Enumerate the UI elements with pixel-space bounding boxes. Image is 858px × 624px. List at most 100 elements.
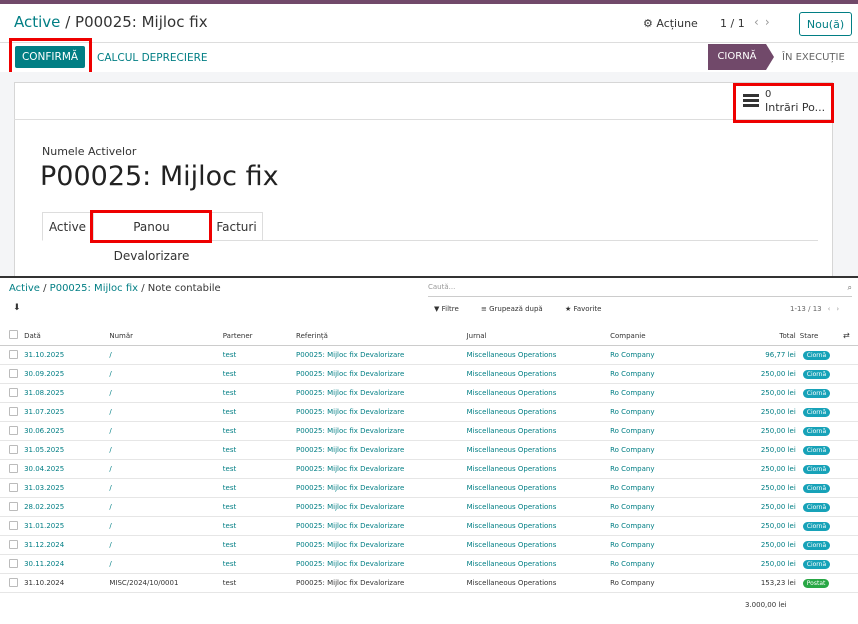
tab-active[interactable]: Active bbox=[42, 212, 93, 241]
column-header-company[interactable]: Companie bbox=[610, 326, 706, 346]
cell-company[interactable]: Ro Company bbox=[610, 364, 706, 384]
cell-company[interactable]: Ro Company bbox=[610, 516, 706, 536]
cell-number[interactable]: / bbox=[109, 402, 223, 422]
cell-partner[interactable]: test bbox=[222, 364, 297, 384]
cell-total[interactable]: 250,00 lei bbox=[705, 478, 800, 498]
cell-date[interactable]: 30.04.2025 bbox=[24, 459, 110, 479]
cell-partner[interactable]: test bbox=[222, 497, 297, 517]
cell-date[interactable]: 31.08.2025 bbox=[24, 383, 110, 403]
table-row[interactable]: 30.11.2024/test P00025: Mijloc fix Devalo… bbox=[0, 554, 858, 574]
cell-journal[interactable]: Miscellaneous Operations bbox=[466, 364, 611, 384]
cell-date[interactable]: 31.03.2025 bbox=[24, 478, 110, 498]
list-breadcrumb-active[interactable]: Active bbox=[9, 283, 40, 294]
cell-partner[interactable]: test bbox=[222, 421, 297, 441]
search-input[interactable]: Caută... ⌕ bbox=[428, 283, 852, 297]
cell-partner[interactable]: test bbox=[222, 478, 297, 498]
cell-company[interactable]: Ro Company bbox=[610, 573, 706, 593]
column-header-date[interactable]: Dată bbox=[24, 326, 110, 346]
table-row[interactable]: 31.10.2024 MISC/2024/10/0001 test P00025: M… bbox=[0, 573, 858, 593]
cell-total[interactable]: 250,00 lei bbox=[705, 459, 800, 479]
cell-total[interactable]: 250,00 lei bbox=[705, 497, 800, 517]
row-checkbox[interactable] bbox=[0, 516, 25, 536]
cell-total[interactable]: 250,00 lei bbox=[705, 383, 800, 403]
cell-partner[interactable]: test bbox=[222, 402, 297, 422]
filter-button[interactable]: ▼ Filtre bbox=[434, 305, 469, 313]
new-button[interactable]: Nou(ă) bbox=[799, 12, 852, 36]
cell-total[interactable]: 250,00 lei bbox=[705, 535, 800, 555]
cell-reference[interactable]: P00025: Mijloc fix Devalorizare bbox=[296, 345, 467, 365]
cell-total[interactable]: 153,23 lei bbox=[705, 573, 800, 593]
breadcrumb-parent-link[interactable]: Active bbox=[14, 13, 60, 31]
cell-reference[interactable]: P00025: Mijloc fix Devalorizare bbox=[296, 364, 467, 384]
column-header-journal[interactable]: Jurnal bbox=[466, 326, 611, 346]
cell-company[interactable]: Ro Company bbox=[610, 535, 706, 555]
table-row[interactable]: 31.05.2025/test P00025: Mijloc fix Devalo… bbox=[0, 440, 858, 460]
cell-reference[interactable]: P00025: Mijloc fix Devalorizare bbox=[296, 383, 467, 403]
cell-date[interactable]: 31.10.2024 bbox=[24, 573, 110, 593]
cell-journal[interactable]: Miscellaneous Operations bbox=[466, 402, 611, 422]
cell-partner[interactable]: test bbox=[222, 383, 297, 403]
cell-journal[interactable]: Miscellaneous Operations bbox=[466, 554, 611, 574]
cell-date[interactable]: 31.10.2025 bbox=[24, 345, 110, 365]
cell-total[interactable]: 250,00 lei bbox=[705, 516, 800, 536]
search-icon[interactable]: ⌕ bbox=[848, 283, 852, 293]
cell-number[interactable]: / bbox=[109, 383, 223, 403]
cell-number[interactable]: / bbox=[109, 497, 223, 517]
chevron-left-icon[interactable]: ‹ bbox=[754, 15, 765, 29]
favorites-button[interactable]: ★ Favorite bbox=[565, 305, 612, 313]
cell-number[interactable]: / bbox=[109, 516, 223, 536]
table-row[interactable]: 31.01.2025/test P00025: Mijloc fix Devalo… bbox=[0, 516, 858, 536]
table-row[interactable]: 30.06.2025/test P00025: Mijloc fix Devalo… bbox=[0, 421, 858, 441]
chevron-right-icon[interactable]: › bbox=[836, 305, 839, 313]
cell-number[interactable]: / bbox=[109, 459, 223, 479]
cell-partner[interactable]: test bbox=[222, 535, 297, 555]
cell-reference[interactable]: P00025: Mijloc fix Devalorizare bbox=[296, 440, 467, 460]
cell-partner[interactable]: test bbox=[222, 516, 297, 536]
cell-date[interactable]: 31.01.2025 bbox=[24, 516, 110, 536]
cell-company[interactable]: Ro Company bbox=[610, 459, 706, 479]
cell-partner[interactable]: test bbox=[222, 440, 297, 460]
cell-date[interactable]: 30.09.2025 bbox=[24, 364, 110, 384]
cell-partner[interactable]: test bbox=[222, 573, 297, 593]
row-checkbox[interactable] bbox=[0, 554, 25, 574]
cell-number[interactable]: / bbox=[109, 535, 223, 555]
status-running[interactable]: ÎN EXECUȚIE bbox=[782, 52, 845, 63]
optional-columns-icon[interactable]: ⇄ bbox=[843, 331, 850, 340]
table-row[interactable]: 30.09.2025/test P00025: Mijloc fix Devalo… bbox=[0, 364, 858, 384]
list-pager-value[interactable]: 1-13 / 13 bbox=[790, 305, 822, 313]
cell-number[interactable]: / bbox=[109, 421, 223, 441]
column-header-number[interactable]: Număr bbox=[109, 326, 223, 346]
asset-name-value[interactable]: P00025: Mijloc fix bbox=[40, 161, 279, 192]
cell-journal[interactable]: Miscellaneous Operations bbox=[466, 440, 611, 460]
table-row[interactable]: 30.04.2025/test P00025: Mijloc fix Devalo… bbox=[0, 459, 858, 479]
cell-partner[interactable]: test bbox=[222, 345, 297, 365]
table-row[interactable]: 31.12.2024/test P00025: Mijloc fix Devalo… bbox=[0, 535, 858, 555]
cell-company[interactable]: Ro Company bbox=[610, 383, 706, 403]
cell-journal[interactable]: Miscellaneous Operations bbox=[466, 345, 611, 365]
cell-total[interactable]: 250,00 lei bbox=[705, 364, 800, 384]
cell-reference[interactable]: P00025: Mijloc fix Devalorizare bbox=[296, 459, 467, 479]
cell-reference[interactable]: P00025: Mijloc fix Devalorizare bbox=[296, 478, 467, 498]
cell-reference[interactable]: P00025: Mijloc fix Devalorizare bbox=[296, 535, 467, 555]
cell-company[interactable]: Ro Company bbox=[610, 478, 706, 498]
cell-partner[interactable]: test bbox=[222, 459, 297, 479]
cell-journal[interactable]: Miscellaneous Operations bbox=[466, 421, 611, 441]
cell-date[interactable]: 30.06.2025 bbox=[24, 421, 110, 441]
cell-company[interactable]: Ro Company bbox=[610, 345, 706, 365]
cell-reference[interactable]: P00025: Mijloc fix Devalorizare bbox=[296, 554, 467, 574]
column-header-reference[interactable]: Referință bbox=[296, 326, 467, 346]
row-checkbox[interactable] bbox=[0, 535, 25, 555]
table-row[interactable]: 31.07.2025/test P00025: Mijloc fix Devalo… bbox=[0, 402, 858, 422]
cell-company[interactable]: Ro Company bbox=[610, 440, 706, 460]
cell-date[interactable]: 31.12.2024 bbox=[24, 535, 110, 555]
cell-journal[interactable]: Miscellaneous Operations bbox=[466, 535, 611, 555]
cell-date[interactable]: 30.11.2024 bbox=[24, 554, 110, 574]
cell-company[interactable]: Ro Company bbox=[610, 497, 706, 517]
row-checkbox[interactable] bbox=[0, 440, 25, 460]
cell-journal[interactable]: Miscellaneous Operations bbox=[466, 573, 611, 593]
compute-depreciation-button[interactable]: CALCUL DEPRECIERE bbox=[97, 52, 208, 64]
cell-total[interactable]: 250,00 lei bbox=[705, 402, 800, 422]
cell-company[interactable]: Ro Company bbox=[610, 554, 706, 574]
table-row[interactable]: 31.08.2025/test P00025: Mijloc fix Devalo… bbox=[0, 383, 858, 403]
row-checkbox[interactable] bbox=[0, 402, 25, 422]
